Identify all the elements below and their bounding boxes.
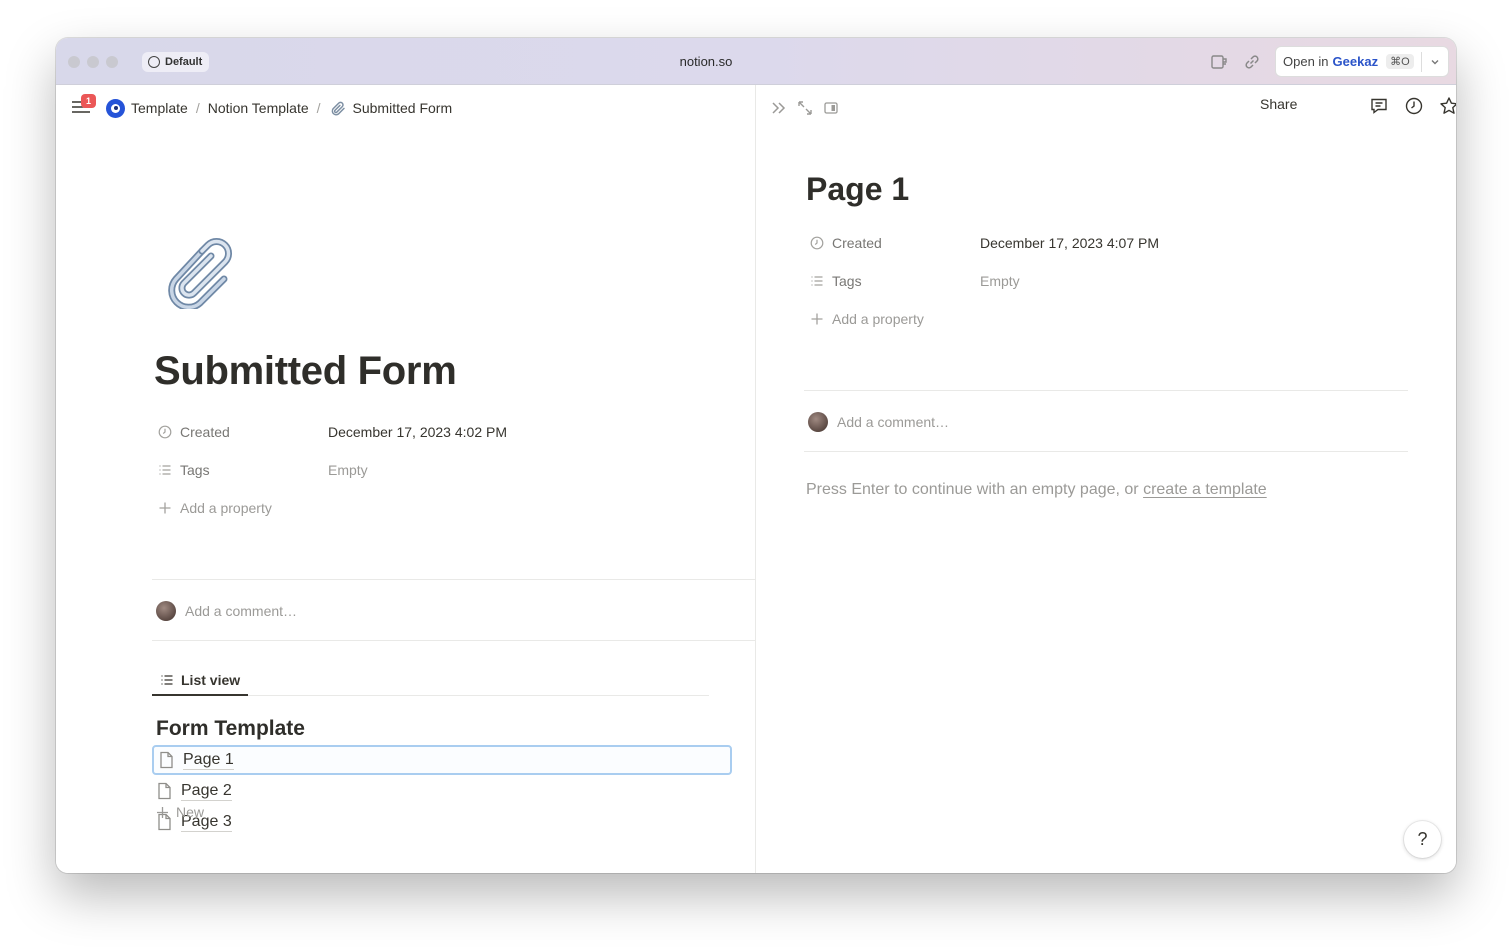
breadcrumb-item-template[interactable]: Template	[106, 98, 188, 118]
page-title[interactable]: Submitted Form	[154, 349, 457, 394]
tab-list-view[interactable]: List view	[152, 666, 248, 696]
history-icon[interactable]	[1404, 96, 1424, 116]
breadcrumb-item-notion-template[interactable]: Notion Template	[208, 100, 309, 116]
property-label: Created	[180, 424, 230, 440]
open-in-app-name: Geekaz	[1332, 54, 1379, 69]
paperclip-icon	[331, 101, 345, 116]
new-item-button[interactable]: New	[156, 804, 204, 820]
property-value[interactable]: Empty	[980, 273, 1020, 289]
list-item[interactable]: Page 2	[152, 776, 732, 806]
plus-icon	[811, 313, 823, 325]
open-in-separator	[1420, 51, 1422, 72]
property-value: December 17, 2023 4:02 PM	[328, 424, 507, 440]
add-property-button[interactable]: Add a property	[158, 496, 272, 520]
paperclip-icon[interactable]	[154, 227, 236, 309]
comment-placeholder: Add a comment…	[837, 414, 950, 430]
property-label: Tags	[832, 273, 862, 289]
property-row-tags[interactable]: Tags Empty	[810, 269, 1370, 293]
list-icon	[811, 276, 823, 286]
breadcrumb: Template / Notion Template / Submitted F…	[106, 98, 452, 118]
expand-icon[interactable]	[796, 99, 814, 117]
clock-icon	[158, 425, 172, 439]
property-row-created[interactable]: Created December 17, 2023 4:02 PM	[158, 420, 718, 444]
close-peek-icon[interactable]	[770, 99, 788, 117]
notification-badge: 1	[81, 94, 96, 108]
browser-window: Default notion.so Open in Geekaz ⌘O 1 Te…	[56, 38, 1456, 873]
plus-icon	[159, 502, 171, 514]
share-button[interactable]: Share	[1260, 96, 1297, 112]
breadcrumb-label: Template	[131, 100, 188, 116]
open-in-app-button[interactable]: Open in Geekaz ⌘O	[1275, 46, 1449, 77]
address-bar[interactable]: notion.so	[56, 54, 1356, 69]
side-peek-pane: Share Page 1 Created December 17, 2023 4…	[756, 85, 1456, 873]
list-item-label: Page 2	[181, 781, 232, 801]
open-in-prefix: Open in	[1283, 54, 1329, 69]
add-property: Add a property	[810, 311, 924, 327]
property-row-tags[interactable]: Tags Empty	[158, 458, 718, 482]
list-item[interactable]: Page 3	[152, 807, 732, 837]
divider	[804, 451, 1408, 452]
breadcrumb-label: Notion Template	[207, 100, 309, 116]
chevron-down-icon[interactable]	[1429, 56, 1441, 68]
comment-input[interactable]: Add a comment…	[156, 601, 297, 621]
peek-mode-icon[interactable]	[822, 99, 840, 117]
comment-placeholder: Add a comment…	[185, 603, 298, 619]
add-property: Add a property	[158, 500, 272, 516]
property-value[interactable]: Empty	[328, 462, 368, 478]
list-icon	[159, 465, 171, 475]
browser-title-bar: Default notion.so Open in Geekaz ⌘O	[56, 38, 1456, 85]
property-name: Created	[158, 424, 230, 440]
property-label: Tags	[180, 462, 210, 478]
plus-icon	[157, 806, 168, 818]
divider	[804, 390, 1408, 391]
list-item[interactable]: Page 1	[152, 745, 732, 775]
tab-label: List view	[181, 672, 241, 688]
open-in-shortcut: ⌘O	[1386, 54, 1414, 69]
list-item-label: Page 1	[183, 750, 234, 770]
main-page-pane: 1 Template / Notion Template / Submitted…	[56, 85, 755, 873]
comments-icon[interactable]	[1369, 96, 1389, 116]
avatar	[156, 601, 176, 621]
property-name: Created	[810, 235, 882, 251]
document-icon	[158, 782, 171, 800]
document-icon	[160, 751, 173, 769]
add-property-label: Add a property	[832, 311, 924, 327]
property-label: Created	[832, 235, 882, 251]
help-button[interactable]: ?	[1404, 821, 1441, 858]
comment-input[interactable]: Add a comment…	[808, 412, 949, 432]
database-title[interactable]: Form Template	[156, 717, 305, 741]
breadcrumb-item-submitted-form[interactable]: Submitted Form	[329, 99, 453, 117]
empty-page-hint: Press Enter to continue with an empty pa…	[806, 481, 1267, 499]
divider	[152, 579, 755, 580]
divider	[152, 640, 755, 641]
property-row-created[interactable]: Created December 17, 2023 4:07 PM	[810, 231, 1370, 255]
property-name: Tags	[810, 273, 862, 289]
create-template-link[interactable]: create a template	[1143, 481, 1267, 498]
star-icon[interactable]	[1439, 96, 1456, 116]
property-name: Tags	[158, 462, 210, 478]
add-property-label: Add a property	[180, 500, 272, 516]
workspace-logo-icon	[106, 98, 125, 118]
breadcrumb-separator: /	[195, 100, 200, 116]
add-property-button[interactable]: Add a property	[810, 307, 924, 331]
avatar	[808, 412, 828, 432]
property-value: December 17, 2023 4:07 PM	[980, 235, 1159, 251]
empty-hint-text: Press Enter to continue with an empty pa…	[806, 481, 1144, 498]
list-icon	[161, 675, 173, 685]
extension-icon[interactable]	[1210, 52, 1230, 72]
copy-link-icon[interactable]	[1242, 52, 1262, 72]
page-title[interactable]: Page 1	[806, 171, 909, 208]
clock-icon	[810, 236, 824, 250]
breadcrumb-separator: /	[316, 100, 321, 116]
breadcrumb-label: Submitted Form	[352, 100, 453, 116]
new-item-label: New	[176, 804, 205, 820]
